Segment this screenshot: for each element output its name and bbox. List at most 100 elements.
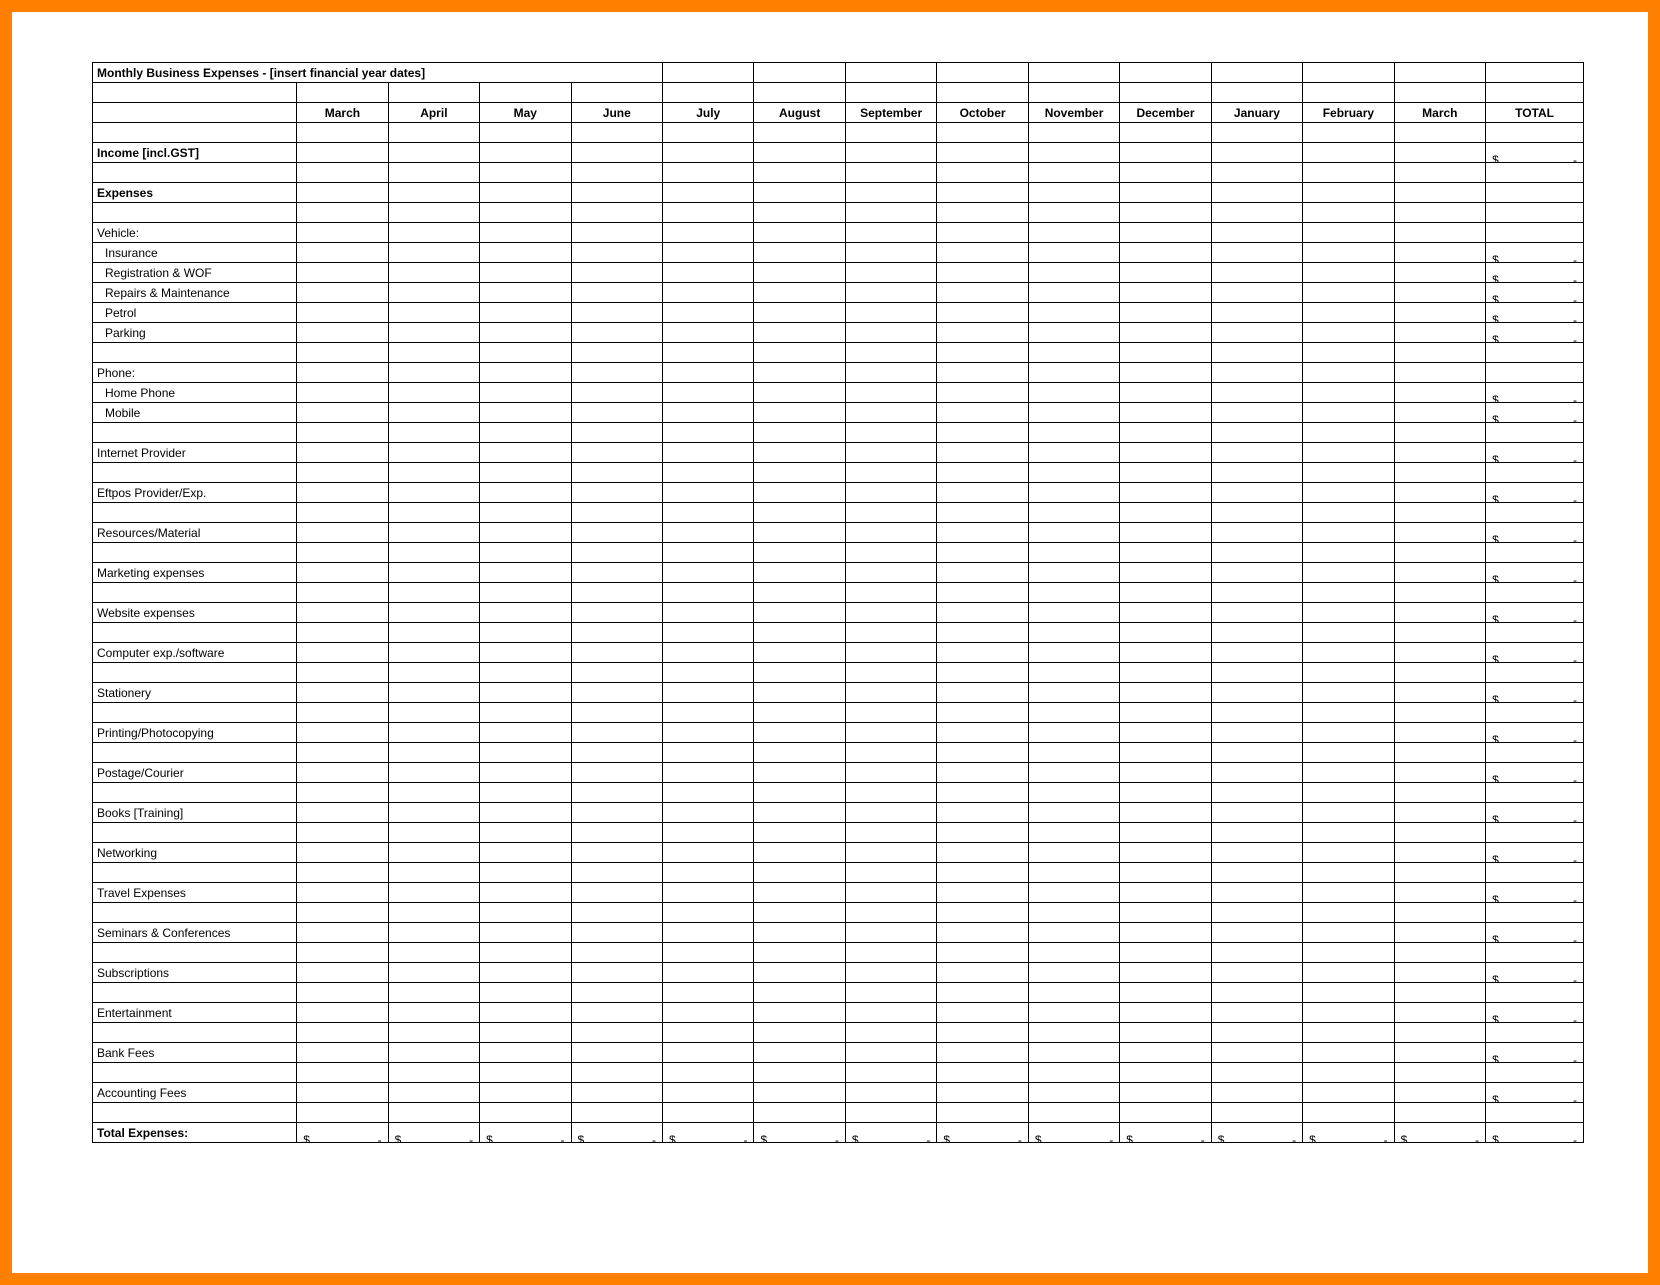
data-cell[interactable] [754,843,845,863]
data-cell[interactable] [754,803,845,823]
data-cell[interactable] [571,723,662,743]
data-cell[interactable] [1211,1043,1302,1063]
data-cell[interactable] [480,363,571,383]
data-cell[interactable] [571,803,662,823]
data-cell[interactable] [480,643,571,663]
data-cell[interactable] [663,643,754,663]
data-cell[interactable] [1394,763,1485,783]
data-cell[interactable] [297,323,388,343]
data-cell[interactable] [1120,603,1211,623]
data-cell[interactable] [1303,443,1394,463]
data-cell[interactable] [1303,523,1394,543]
data-cell[interactable] [571,223,662,243]
data-cell[interactable] [1303,223,1394,243]
data-cell[interactable] [1211,1003,1302,1023]
data-cell[interactable] [1120,803,1211,823]
data-cell[interactable] [480,563,571,583]
data-cell[interactable] [845,363,936,383]
data-cell[interactable] [1120,223,1211,243]
data-cell[interactable] [754,283,845,303]
data-cell[interactable] [1303,283,1394,303]
data-cell[interactable] [937,1083,1028,1103]
data-cell[interactable] [754,243,845,263]
data-cell[interactable] [1303,803,1394,823]
data-cell[interactable] [1211,383,1302,403]
data-cell[interactable] [1211,283,1302,303]
data-cell[interactable] [1394,363,1485,383]
data-cell[interactable] [754,183,845,203]
data-cell[interactable] [388,303,479,323]
data-cell[interactable] [1120,683,1211,703]
data-cell[interactable] [663,803,754,823]
data-cell[interactable] [1120,1043,1211,1063]
data-cell[interactable] [297,283,388,303]
data-cell[interactable] [1303,683,1394,703]
data-cell[interactable] [754,923,845,943]
data-cell[interactable] [571,303,662,323]
data-cell[interactable] [571,963,662,983]
data-cell[interactable] [1028,523,1119,543]
data-cell[interactable] [1120,483,1211,503]
data-cell[interactable] [1028,723,1119,743]
data-cell[interactable] [297,303,388,323]
data-cell[interactable] [1303,963,1394,983]
data-cell[interactable] [1394,283,1485,303]
data-cell[interactable] [480,963,571,983]
data-cell[interactable] [937,143,1028,163]
data-cell[interactable] [571,843,662,863]
data-cell[interactable] [1120,323,1211,343]
data-cell[interactable] [663,883,754,903]
data-cell[interactable] [845,683,936,703]
data-cell[interactable] [845,443,936,463]
data-cell[interactable] [297,143,388,163]
data-cell[interactable] [571,323,662,343]
data-cell[interactable] [1211,243,1302,263]
data-cell[interactable] [663,683,754,703]
data-cell[interactable] [480,263,571,283]
data-cell[interactable] [1028,183,1119,203]
data-cell[interactable] [1394,963,1485,983]
data-cell[interactable] [1120,283,1211,303]
data-cell[interactable] [1120,523,1211,543]
data-cell[interactable] [1028,283,1119,303]
data-cell[interactable] [754,1043,845,1063]
data-cell[interactable] [663,323,754,343]
data-cell[interactable] [1303,243,1394,263]
data-cell[interactable] [388,723,479,743]
data-cell[interactable] [1028,223,1119,243]
data-cell[interactable] [1211,883,1302,903]
data-cell[interactable] [845,403,936,423]
data-cell[interactable] [1211,563,1302,583]
data-cell[interactable] [1303,603,1394,623]
data-cell[interactable] [1394,723,1485,743]
data-cell[interactable] [480,323,571,343]
data-cell[interactable] [1394,403,1485,423]
data-cell[interactable] [663,243,754,263]
data-cell[interactable] [1394,263,1485,283]
data-cell[interactable] [388,1043,479,1063]
data-cell[interactable] [1394,483,1485,503]
data-cell[interactable] [845,803,936,823]
data-cell[interactable] [1028,923,1119,943]
data-cell[interactable] [388,403,479,423]
data-cell[interactable] [480,603,571,623]
data-cell[interactable] [480,283,571,303]
data-cell[interactable] [1303,923,1394,943]
data-cell[interactable] [1120,643,1211,663]
data-cell[interactable] [297,263,388,283]
data-cell[interactable] [1211,443,1302,463]
data-cell[interactable] [388,843,479,863]
data-cell[interactable] [937,1043,1028,1063]
data-cell[interactable] [1303,383,1394,403]
data-cell[interactable] [845,963,936,983]
data-cell[interactable] [1028,963,1119,983]
data-cell[interactable] [663,443,754,463]
data-cell[interactable] [1303,483,1394,503]
data-cell[interactable] [571,443,662,463]
data-cell[interactable] [663,263,754,283]
data-cell[interactable] [1028,363,1119,383]
data-cell[interactable] [663,843,754,863]
data-cell[interactable] [663,363,754,383]
data-cell[interactable] [937,923,1028,943]
data-cell[interactable] [663,603,754,623]
